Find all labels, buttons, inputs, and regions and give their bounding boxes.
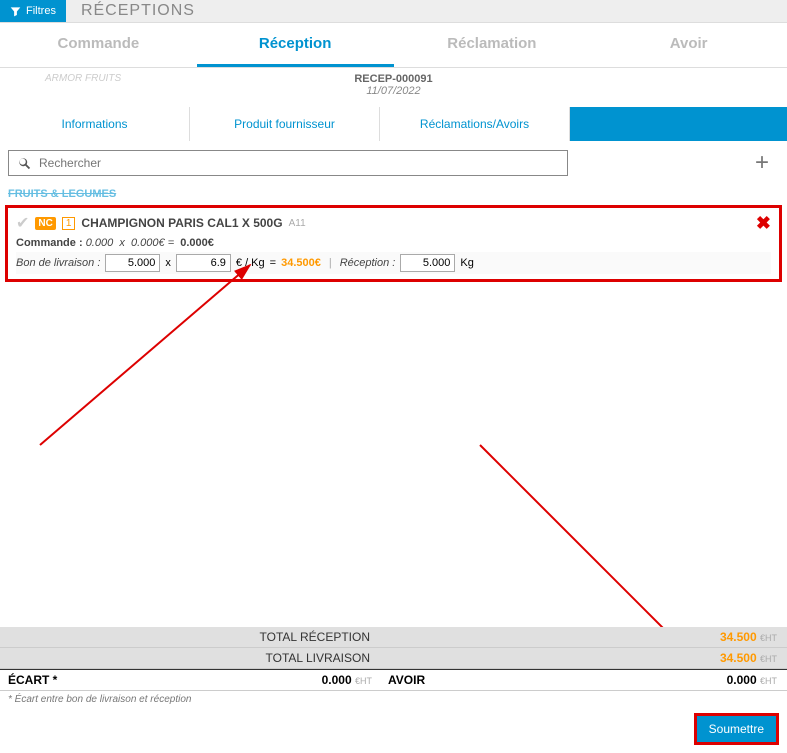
subtab-informations[interactable]: Informations [0, 107, 190, 141]
secondary-tabs: Informations Produit fournisseur Réclama… [0, 107, 787, 141]
annotation-arrow-1 [30, 255, 280, 455]
nc-count: 1 [62, 217, 76, 230]
total-reception-value: 34.500 €HT [380, 627, 787, 647]
delivery-qty-input[interactable] [105, 254, 160, 272]
remove-product-button[interactable]: ✖ [756, 213, 771, 234]
total-livraison-value: 34.500 €HT [380, 648, 787, 668]
ecart-label: ÉCART * [0, 670, 190, 690]
ecart-footnote: * Écart entre bon de livraison et récept… [0, 691, 787, 708]
check-icon: ✔ [16, 213, 29, 233]
tab-avoir[interactable]: Avoir [590, 23, 787, 67]
product-ref: A11 [289, 218, 306, 229]
nc-badge: NC [35, 217, 55, 230]
avoir-value: 0.000 €HT [460, 670, 787, 690]
order-line: Commande : 0.000 x 0.000€ = 0.000€ [16, 237, 771, 249]
search-box[interactable] [8, 150, 568, 176]
add-button[interactable]: + [755, 149, 769, 177]
filter-icon [10, 6, 21, 17]
delivery-line: Bon de livraison : x € / Kg = 34.500€ | … [16, 252, 771, 274]
reception-label: Réception : [340, 257, 396, 269]
delivery-label: Bon de livraison : [16, 257, 100, 269]
ecart-value: 0.000 €HT [190, 670, 380, 690]
product-card: ✔ NC 1 CHAMPIGNON PARIS CAL1 X 500G A11 … [5, 205, 782, 282]
totals-panel: TOTAL RÉCEPTION 34.500 €HT TOTAL LIVRAIS… [0, 627, 787, 669]
tab-reception[interactable]: Réception [197, 23, 394, 67]
filters-button[interactable]: Filtres [0, 0, 66, 22]
submit-button[interactable]: Soumettre [694, 713, 779, 745]
subtab-reclamations-avoirs[interactable]: Réclamations/Avoirs [380, 107, 570, 141]
tab-spacer [570, 107, 787, 141]
subtab-produit-fournisseur[interactable]: Produit fournisseur [190, 107, 380, 141]
page-title: RÉCEPTIONS [66, 2, 195, 20]
product-name: CHAMPIGNON PARIS CAL1 X 500G [81, 216, 282, 230]
ecart-row: ÉCART * 0.000 €HT AVOIR 0.000 €HT [0, 669, 787, 691]
total-reception-label: TOTAL RÉCEPTION [0, 627, 380, 647]
reception-qty-input[interactable] [400, 254, 455, 272]
tab-commande[interactable]: Commande [0, 23, 197, 67]
avoir-label: AVOIR [380, 670, 460, 690]
tab-reclamation[interactable]: Réclamation [394, 23, 591, 67]
category-label: FRUITS & LEGUMES [0, 185, 787, 203]
main-tabs: Commande Réception Réclamation Avoir [0, 23, 787, 68]
search-input[interactable] [39, 156, 559, 170]
filters-label: Filtres [26, 5, 56, 17]
delivery-total: 34.500€ [281, 257, 321, 269]
total-livraison-label: TOTAL LIVRAISON [0, 648, 380, 668]
reception-code: RECEP-000091 [354, 73, 432, 85]
supplier-name: ARMOR FRUITS [45, 73, 121, 84]
reception-date: 11/07/2022 [366, 85, 420, 97]
search-icon [17, 156, 31, 170]
delivery-price-input[interactable] [176, 254, 231, 272]
